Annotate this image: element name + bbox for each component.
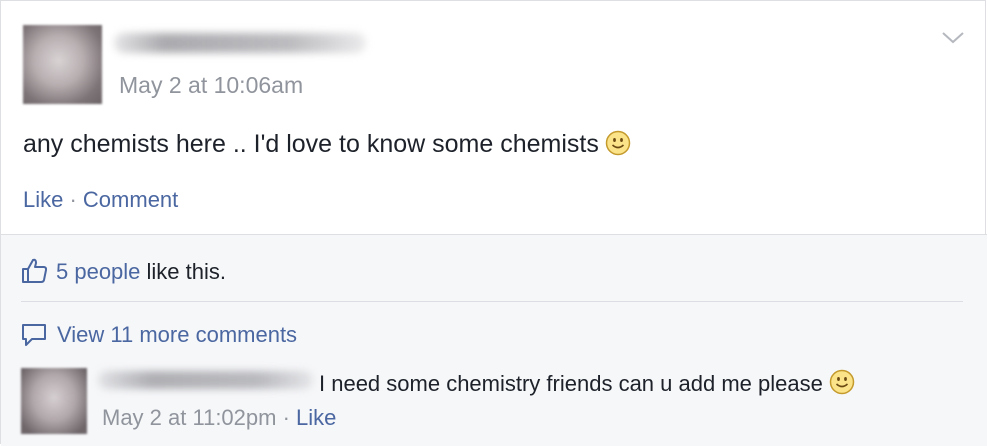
comment-message: I need some chemistry friends can u add …: [319, 369, 855, 397]
comment-separator: ·: [276, 405, 297, 430]
likes-people-link[interactable]: 5 people: [56, 259, 140, 284]
post-message: any chemists here .. I'd love to know so…: [23, 130, 631, 159]
action-separator: ·: [63, 187, 83, 212]
commenter-name-redacted[interactable]: [98, 371, 313, 389]
post-body: May 2 at 10:06am any chemists here .. I'…: [1, 1, 985, 234]
smiley-icon: [605, 130, 631, 156]
post-card: May 2 at 10:06am any chemists here .. I'…: [0, 0, 987, 446]
thumbs-up-icon: [22, 258, 48, 283]
post-actions: Like · Comment: [23, 187, 178, 213]
comment-like-link[interactable]: Like: [296, 405, 336, 430]
likes-summary: 5 people like this.: [21, 257, 226, 285]
feedback-section: 5 people like this. View 11 more comment…: [1, 234, 987, 446]
smiley-icon: [829, 369, 855, 395]
comment-meta: May 2 at 11:02pm · Like: [102, 405, 336, 431]
divider: [21, 301, 963, 302]
commenter-avatar[interactable]: [21, 368, 87, 434]
comment-link[interactable]: Comment: [83, 187, 178, 212]
likes-suffix: like this.: [140, 259, 227, 284]
post-timestamp[interactable]: May 2 at 10:06am: [119, 72, 303, 99]
comment-timestamp[interactable]: May 2 at 11:02pm: [102, 405, 276, 430]
view-more-comments-link[interactable]: View 11 more comments: [21, 322, 297, 348]
like-link[interactable]: Like: [23, 187, 63, 212]
comment-bubble-icon: [22, 324, 46, 346]
author-avatar[interactable]: [23, 25, 102, 104]
post-message-text: any chemists here .. I'd love to know so…: [23, 130, 599, 158]
author-name-redacted[interactable]: [114, 33, 366, 53]
chevron-down-icon[interactable]: [939, 28, 967, 48]
comment-text: I need some chemistry friends can u add …: [319, 371, 823, 396]
view-more-comments-label[interactable]: View 11 more comments: [57, 322, 297, 347]
